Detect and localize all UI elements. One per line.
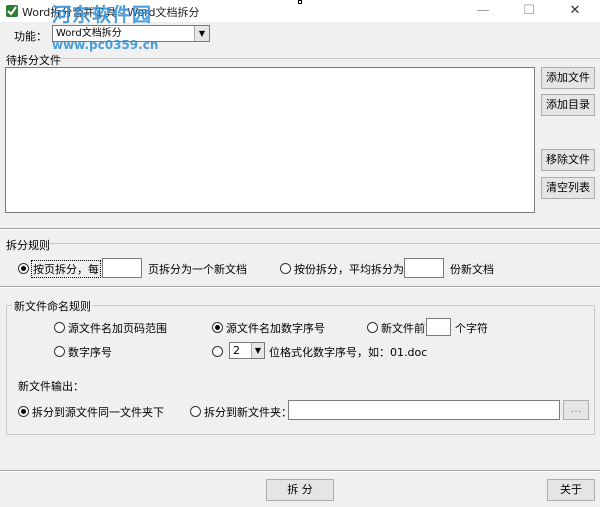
by-page-label[interactable]: 按页拆分，每 (31, 260, 101, 278)
same-folder-label[interactable]: 拆分到源文件同一文件夹下 (32, 404, 164, 420)
seq-only-radio[interactable] (54, 346, 65, 357)
naming-group-label: 新文件命名规则 (12, 298, 93, 314)
seq-suffix-radio[interactable] (212, 322, 223, 333)
divider (0, 470, 600, 472)
format-digits-value: 2 (233, 344, 240, 357)
by-page-radio[interactable] (18, 263, 29, 274)
part-count-input[interactable] (404, 258, 444, 278)
by-page-suffix: 页拆分为一个新文档 (148, 263, 247, 276)
add-directory-button[interactable]: 添加目录 (541, 94, 595, 116)
new-folder-radio[interactable] (190, 406, 201, 417)
watermark-logo: 河东软件园 (52, 4, 153, 26)
page-range-radio[interactable] (54, 322, 65, 333)
divider (50, 243, 600, 244)
clear-list-button[interactable]: 清空列表 (541, 177, 595, 199)
divider (56, 58, 600, 59)
same-folder-radio[interactable] (18, 406, 29, 417)
browse-button[interactable]: ... (563, 400, 589, 420)
divider (0, 228, 600, 230)
seq-only-label[interactable]: 数字序号 (68, 344, 112, 360)
files-group-label: 待拆分文件 (6, 54, 61, 67)
divider (0, 286, 600, 288)
seq-suffix-label[interactable]: 源文件名加数字序号 (226, 320, 325, 336)
close-button[interactable]: ✕ (552, 0, 598, 22)
by-part-radio[interactable] (280, 263, 291, 274)
file-list[interactable] (5, 67, 535, 213)
new-folder-label[interactable]: 拆分到新文件夹： (204, 404, 292, 420)
minimize-button[interactable]: — (460, 0, 506, 22)
chevron-down-icon[interactable]: ▼ (194, 26, 209, 41)
function-label: 功能： (14, 30, 47, 43)
by-part-label[interactable]: 按份拆分，平均拆分为 (294, 261, 404, 277)
app-icon (5, 4, 19, 18)
add-file-button[interactable]: 添加文件 (541, 67, 595, 89)
split-rule-label: 拆分规则 (6, 239, 50, 252)
resize-handle-top[interactable] (298, 0, 302, 4)
format-digits-select[interactable]: 2 ▼ (229, 342, 265, 359)
maximize-button[interactable]: ☐ (506, 0, 552, 22)
prefix-label[interactable]: 新文件前 (381, 320, 425, 336)
split-button[interactable]: 拆 分 (266, 479, 334, 501)
page-range-label[interactable]: 源文件名加页码范围 (68, 320, 167, 336)
by-part-suffix: 份新文档 (450, 263, 494, 276)
prefix-suffix-label: 个字符 (455, 322, 488, 335)
output-label: 新文件输出： (18, 380, 84, 393)
prefix-radio[interactable] (367, 322, 378, 333)
format-seq-radio[interactable] (212, 346, 223, 357)
format-seq-label: 位格式化数字序号，如：01.doc (269, 346, 428, 359)
about-button[interactable]: 关于 (547, 479, 595, 501)
chevron-down-icon[interactable]: ▼ (251, 343, 264, 358)
remove-file-button[interactable]: 移除文件 (541, 149, 595, 171)
prefix-count-input[interactable] (426, 318, 451, 336)
watermark-url: www.pc0359.cn (52, 38, 159, 52)
output-path-input[interactable] (288, 400, 560, 420)
pages-per-file-input[interactable] (102, 258, 142, 278)
